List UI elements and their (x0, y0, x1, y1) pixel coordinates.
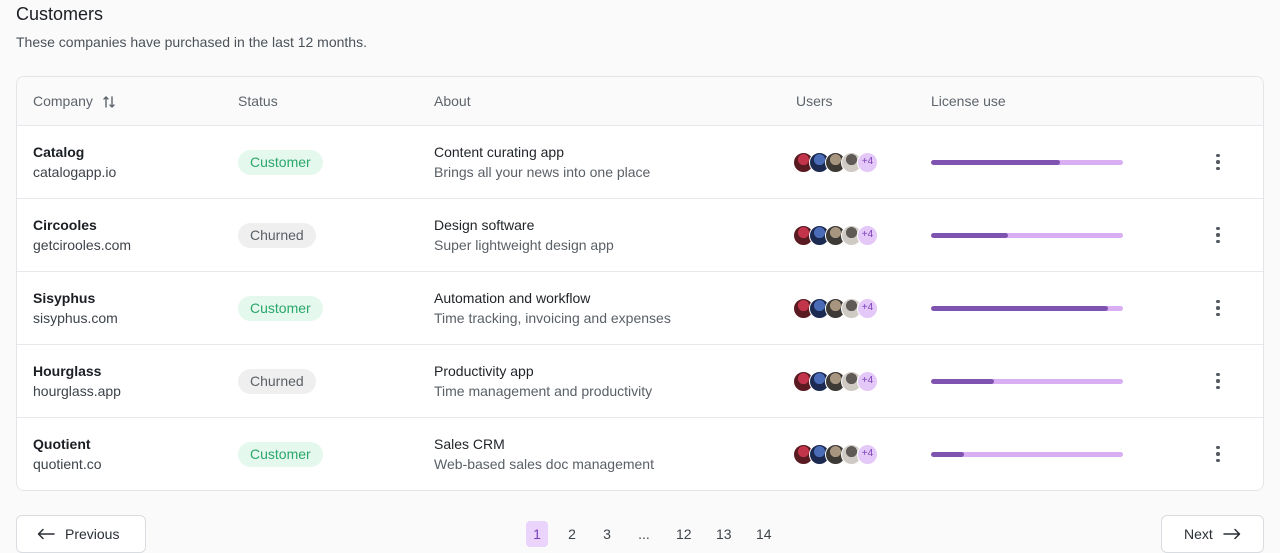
company-domain: sisyphus.com (33, 310, 118, 326)
about-description: Brings all your news into one place (434, 164, 651, 180)
table-row[interactable]: Hourglass hourglass.app Churned Producti… (17, 345, 1263, 418)
column-header-company-label: Company (33, 93, 93, 109)
row-more-menu-button[interactable] (1207, 442, 1229, 466)
column-header-users-label: Users (796, 93, 833, 109)
company-name[interactable]: Circooles (33, 217, 97, 233)
column-header-status: Status (238, 93, 278, 110)
company-name[interactable]: Quotient (33, 436, 91, 452)
page-subtitle: These companies have purchased in the la… (16, 34, 367, 50)
more-vertical-icon (1216, 306, 1220, 310)
more-vertical-icon (1216, 239, 1220, 244)
column-header-about-label: About (434, 93, 471, 109)
license-use-fill (931, 233, 1008, 238)
about-title: Sales CRM (434, 436, 505, 452)
arrow-right-icon (1223, 528, 1241, 540)
column-header-license-label: License use (931, 93, 1006, 109)
more-vertical-icon (1216, 153, 1220, 158)
row-more-menu-button[interactable] (1207, 369, 1229, 393)
page-number[interactable]: 14 (756, 521, 772, 547)
more-users-badge[interactable]: +4 (857, 225, 878, 246)
column-header-company[interactable]: Company (33, 93, 115, 110)
about-description: Super lightweight design app (434, 237, 614, 253)
arrow-left-icon (37, 528, 55, 540)
more-users-badge[interactable]: +4 (857, 298, 878, 319)
user-avatars[interactable]: +4 (793, 152, 883, 173)
page-number[interactable]: 1 (526, 521, 548, 547)
more-vertical-icon (1216, 445, 1220, 450)
user-avatars[interactable]: +4 (793, 444, 883, 465)
column-header-users: Users (796, 93, 833, 110)
more-vertical-icon (1216, 226, 1220, 231)
about-description: Time tracking, invoicing and expenses (434, 310, 671, 326)
company-domain: getcirooles.com (33, 237, 132, 253)
about-title: Productivity app (434, 363, 534, 379)
more-vertical-icon (1216, 458, 1220, 463)
more-users-badge[interactable]: +4 (857, 371, 878, 392)
more-vertical-icon (1216, 160, 1220, 164)
status-badge: Customer (238, 442, 323, 467)
page-number[interactable]: 12 (676, 521, 692, 547)
license-use-bar (931, 379, 1123, 384)
license-use-bar (931, 452, 1123, 457)
status-badge: Churned (238, 223, 316, 248)
customers-table: Company Status About Users License use C… (16, 76, 1264, 491)
more-vertical-icon (1216, 372, 1220, 377)
status-badge: Customer (238, 296, 323, 321)
more-vertical-icon (1216, 299, 1220, 304)
license-use-fill (931, 452, 964, 457)
company-name[interactable]: Hourglass (33, 363, 101, 379)
page-number[interactable]: 13 (716, 521, 732, 547)
license-use-fill (931, 306, 1108, 311)
user-avatars[interactable]: +4 (793, 298, 883, 319)
page-title: Customers (16, 4, 104, 24)
user-avatars[interactable]: +4 (793, 371, 883, 392)
row-more-menu-button[interactable] (1207, 150, 1229, 174)
more-vertical-icon (1216, 385, 1220, 390)
table-row[interactable]: Quotient quotient.co Customer Sales CRM … (17, 418, 1263, 490)
company-name[interactable]: Catalog (33, 144, 84, 160)
column-header-license: License use (931, 93, 1006, 110)
more-vertical-icon (1216, 233, 1220, 237)
more-vertical-icon (1216, 379, 1220, 383)
table-row[interactable]: Circooles getcirooles.com Churned Design… (17, 199, 1263, 272)
more-vertical-icon (1216, 312, 1220, 317)
table-header: Company Status About Users License use (17, 77, 1263, 126)
row-more-menu-button[interactable] (1207, 296, 1229, 320)
next-page-button[interactable]: Next (1161, 515, 1264, 553)
about-title: Content curating app (434, 144, 564, 160)
about-description: Web-based sales doc management (434, 456, 654, 472)
company-domain: hourglass.app (33, 383, 121, 399)
license-use-bar (931, 306, 1123, 311)
about-title: Design software (434, 217, 535, 233)
license-use-bar (931, 160, 1123, 165)
table-row[interactable]: Catalog catalogapp.io Customer Content c… (17, 126, 1263, 199)
row-more-menu-button[interactable] (1207, 223, 1229, 247)
user-avatars[interactable]: +4 (793, 225, 883, 246)
page-number[interactable]: 3 (602, 521, 612, 547)
previous-page-label: Previous (65, 526, 120, 542)
page-number[interactable]: 2 (567, 521, 577, 547)
company-name[interactable]: Sisyphus (33, 290, 95, 306)
status-badge: Customer (238, 150, 323, 175)
more-vertical-icon (1216, 166, 1220, 171)
about-description: Time management and productivity (434, 383, 653, 399)
previous-page-button[interactable]: Previous (16, 515, 146, 553)
company-domain: quotient.co (33, 456, 102, 472)
license-use-bar (931, 233, 1123, 238)
column-header-status-label: Status (238, 93, 278, 109)
more-vertical-icon (1216, 452, 1220, 456)
more-users-badge[interactable]: +4 (857, 444, 878, 465)
license-use-fill (931, 379, 995, 384)
company-domain: catalogapp.io (33, 164, 117, 180)
table-row[interactable]: Sisyphus sisyphus.com Customer Automatio… (17, 272, 1263, 345)
license-use-fill (931, 160, 1060, 165)
status-badge: Churned (238, 369, 316, 394)
pagination-ellipsis: ... (638, 526, 650, 542)
sort-arrows-icon[interactable] (103, 95, 115, 108)
more-users-badge[interactable]: +4 (857, 152, 878, 173)
next-page-label: Next (1184, 526, 1213, 542)
about-title: Automation and workflow (434, 290, 591, 306)
column-header-about: About (434, 93, 471, 110)
